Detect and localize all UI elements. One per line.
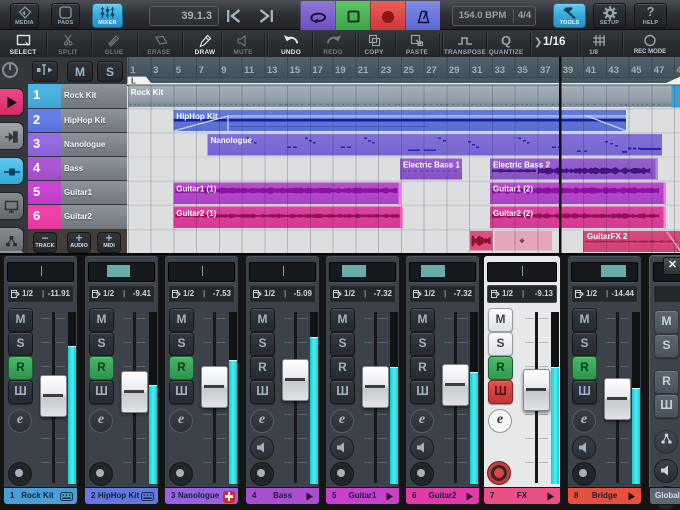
svg-text:31: 31: [472, 65, 483, 76]
svg-text:Guitar1 (2): Guitar1 (2): [493, 185, 533, 194]
svg-text:13: 13: [267, 65, 278, 76]
svg-text:7: 7: [199, 65, 204, 76]
svg-text:9: 9: [221, 65, 226, 76]
svg-text:HipHop Kit: HipHop Kit: [176, 112, 218, 121]
svg-text:15: 15: [290, 65, 301, 76]
svg-text:41: 41: [586, 65, 597, 76]
svg-text:39: 39: [563, 65, 574, 76]
svg-text:23: 23: [381, 65, 392, 76]
svg-text:25: 25: [403, 65, 414, 76]
svg-text:33: 33: [495, 65, 506, 76]
svg-text:11: 11: [244, 65, 255, 76]
svg-text:45: 45: [631, 65, 642, 76]
svg-text:Rock Kit: Rock Kit: [131, 88, 164, 97]
svg-text:3: 3: [153, 65, 158, 76]
svg-text:Guitar2 (2): Guitar2 (2): [493, 209, 533, 218]
svg-text:5: 5: [176, 65, 182, 76]
svg-text:Electric Bass 2: Electric Bass 2: [493, 160, 550, 169]
svg-text:43: 43: [608, 65, 619, 76]
svg-text:35: 35: [517, 65, 528, 76]
svg-text:27: 27: [426, 65, 437, 76]
svg-text:GuitarFX 2: GuitarFX 2: [587, 232, 628, 241]
svg-text:1: 1: [130, 65, 136, 76]
svg-text:37: 37: [540, 65, 551, 76]
svg-text:47: 47: [654, 65, 665, 76]
svg-text:21: 21: [358, 65, 369, 76]
svg-text:Nanologue: Nanologue: [211, 136, 253, 145]
svg-text:L: L: [131, 77, 136, 86]
svg-text:29: 29: [449, 65, 460, 76]
svg-text:49: 49: [677, 65, 680, 76]
svg-text:17: 17: [312, 65, 323, 76]
svg-text:Electric Bass 1: Electric Bass 1: [403, 160, 460, 169]
svg-text:19: 19: [335, 65, 346, 76]
